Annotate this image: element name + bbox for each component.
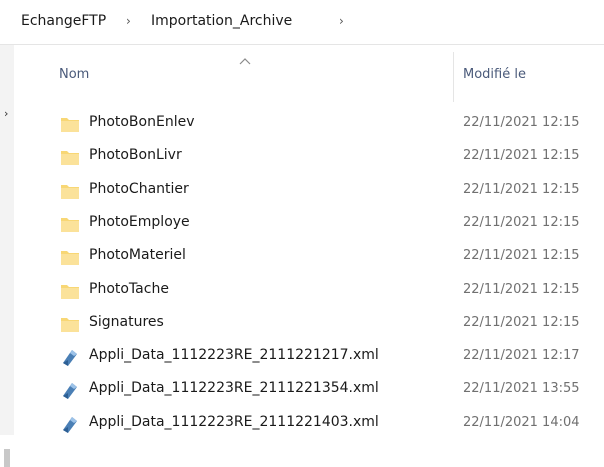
- folder-row[interactable]: PhotoBonEnlev 22/11/2021 12:15: [40, 108, 604, 141]
- column-header-modified[interactable]: Modifié le: [463, 67, 526, 82]
- file-name: PhotoTache: [89, 280, 169, 297]
- file-name: Signatures: [89, 313, 164, 330]
- expand-chevron-icon[interactable]: ›: [4, 107, 8, 120]
- folder-row[interactable]: PhotoTache 22/11/2021 12:15: [40, 275, 604, 308]
- file-name: PhotoEmploye: [89, 213, 190, 230]
- folder-icon: [60, 214, 80, 234]
- file-modified-date: 22/11/2021 12:17: [463, 348, 580, 364]
- file-modified-date: 22/11/2021 12:15: [463, 248, 580, 264]
- file-modified-date: 22/11/2021 14:04: [463, 414, 580, 430]
- breadcrumb-separator-icon: ›: [126, 14, 131, 28]
- file-name: Appli_Data_1112223RE_2111221217.xml: [89, 347, 379, 364]
- file-row[interactable]: Appli_Data_1112223RE_2111221354.xml 22/11…: [40, 374, 604, 407]
- folder-icon: [60, 114, 80, 134]
- folder-row[interactable]: PhotoMateriel 22/11/2021 12:15: [40, 241, 604, 274]
- folder-icon: [60, 281, 80, 301]
- folder-icon: [60, 247, 80, 267]
- file-name: PhotoMateriel: [89, 247, 186, 264]
- column-divider[interactable]: [453, 52, 454, 102]
- folder-icon: [60, 181, 80, 201]
- file-name: Appli_Data_1112223RE_2111221403.xml: [89, 413, 379, 430]
- folder-icon: [60, 314, 80, 334]
- column-header-row: Nom Modifié le: [40, 45, 604, 103]
- column-header-name[interactable]: Nom: [59, 67, 89, 82]
- navigation-pane-edge: ›: [0, 45, 14, 467]
- file-modified-date: 22/11/2021 12:15: [463, 281, 580, 297]
- breadcrumb-chevron-icon[interactable]: ›: [339, 14, 344, 28]
- file-modified-date: 22/11/2021 12:15: [463, 115, 580, 130]
- xml-file-icon: [60, 347, 80, 367]
- file-name: PhotoBonLivr: [89, 147, 182, 164]
- file-name: Appli_Data_1112223RE_2111221354.xml: [89, 380, 379, 397]
- file-modified-date: 22/11/2021 12:15: [463, 314, 580, 330]
- scrollbar-thumb[interactable]: [4, 449, 10, 467]
- breadcrumb: EchangeFTP › Importation_Archive ›: [0, 0, 604, 45]
- file-modified-date: 22/11/2021 13:55: [463, 381, 580, 397]
- folder-row[interactable]: PhotoChantier 22/11/2021 12:15: [40, 175, 604, 208]
- file-row[interactable]: Appli_Data_1112223RE_2111221403.xml 22/11…: [40, 408, 604, 441]
- folder-row[interactable]: PhotoBonLivr 22/11/2021 12:15: [40, 141, 604, 174]
- folder-row[interactable]: Signatures 22/11/2021 12:15: [40, 308, 604, 341]
- xml-file-icon: [60, 380, 80, 400]
- xml-file-icon: [60, 414, 80, 434]
- sort-ascending-icon: [239, 58, 251, 65]
- folder-icon: [60, 147, 80, 167]
- file-modified-date: 22/11/2021 12:15: [463, 148, 580, 164]
- file-modified-date: 22/11/2021 12:15: [463, 181, 580, 197]
- folder-row[interactable]: PhotoEmploye 22/11/2021 12:15: [40, 208, 604, 241]
- breadcrumb-item-importation-archive[interactable]: Importation_Archive: [151, 13, 292, 29]
- file-name: PhotoChantier: [89, 180, 189, 197]
- file-row[interactable]: Appli_Data_1112223RE_2111221217.xml 22/11…: [40, 341, 604, 374]
- file-modified-date: 22/11/2021 12:15: [463, 214, 580, 230]
- breadcrumb-item-echangeftp[interactable]: EchangeFTP: [21, 13, 106, 29]
- file-name: PhotoBonEnlev: [89, 114, 195, 130]
